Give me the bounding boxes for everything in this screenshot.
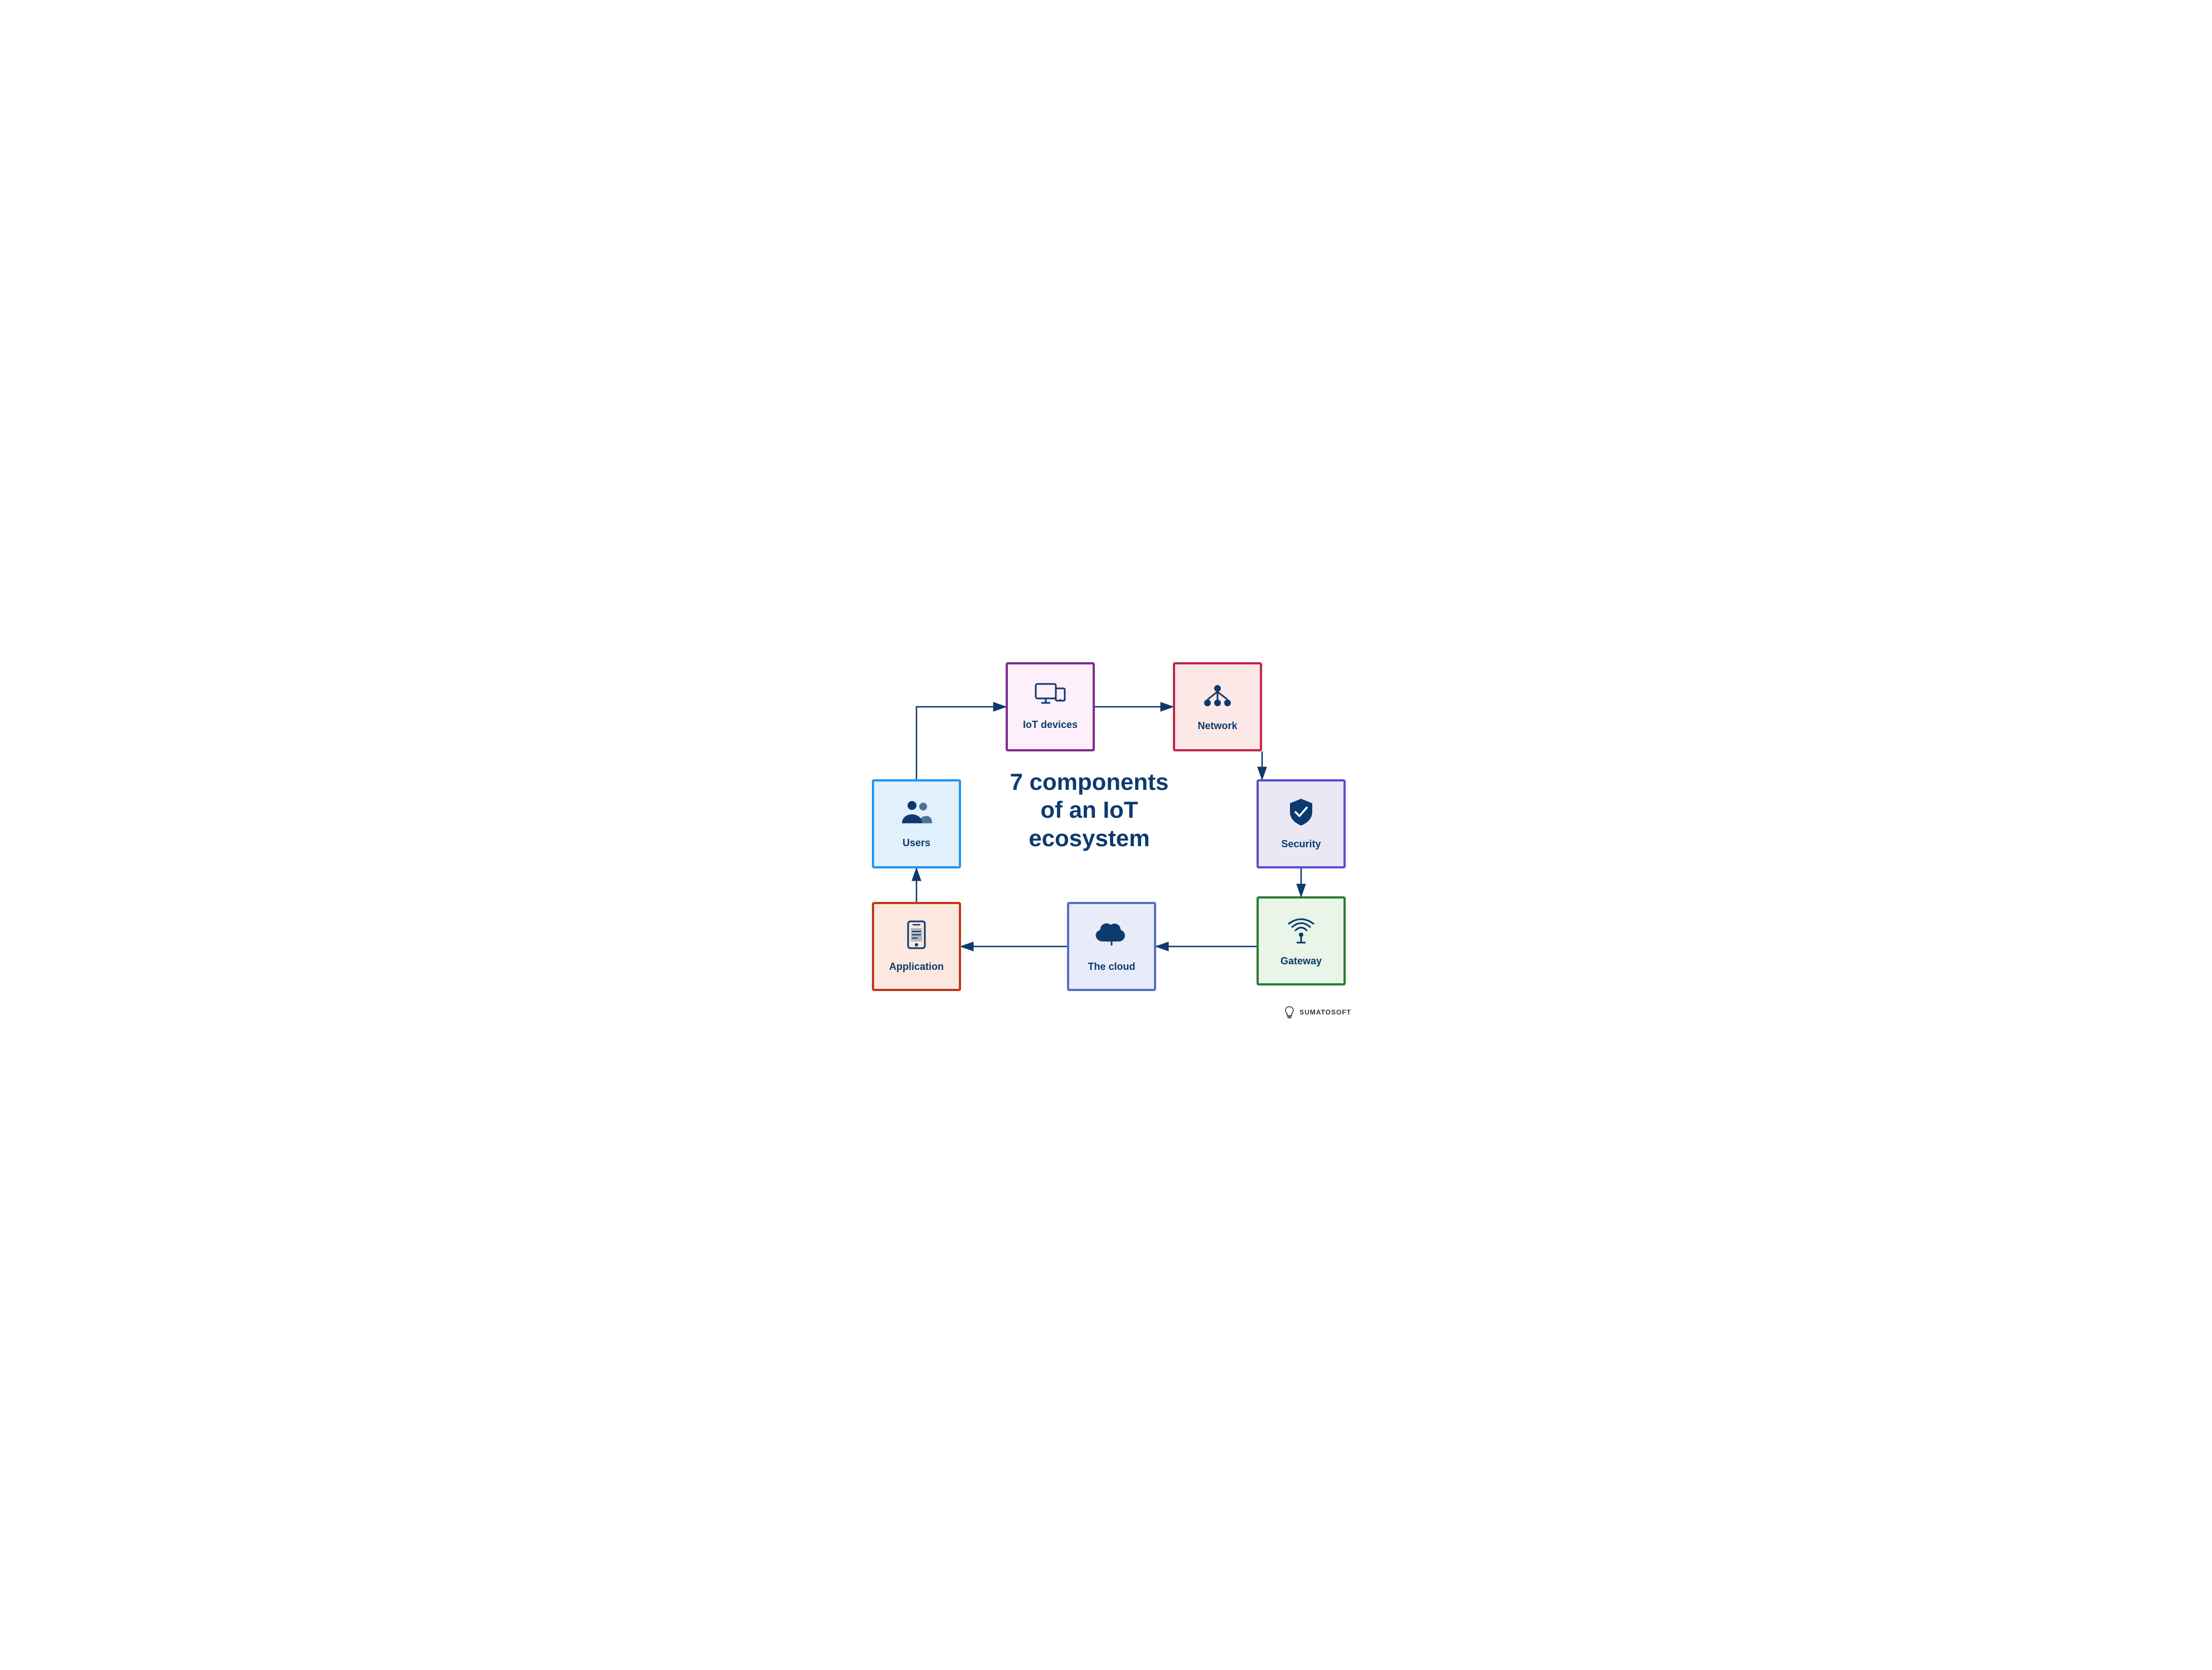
node-gateway: Gateway [1257,896,1346,986]
application-icon [906,920,926,955]
diagram-container: IoT devices Network [855,645,1357,1025]
security-label: Security [1281,838,1321,850]
node-application: Application [872,902,961,991]
gateway-label: Gateway [1280,955,1322,967]
network-icon [1203,682,1232,715]
iot-icon [1035,683,1066,713]
node-iot: IoT devices [1006,662,1095,751]
network-label: Network [1197,720,1237,732]
users-label: Users [903,837,930,849]
node-network: Network [1173,662,1262,751]
cloud-icon [1095,920,1128,955]
node-cloud: The cloud [1067,902,1156,991]
iot-label: IoT devices [1023,719,1078,731]
node-security: Security [1257,779,1346,868]
center-text: 7 componentsof an IoT ecosystem [978,768,1201,852]
main-title: 7 componentsof an IoT ecosystem [978,768,1201,852]
logo-area: SUMATOSOFT [1283,1006,1351,1019]
cloud-label: The cloud [1088,961,1136,973]
sumatosoft-logo-icon [1283,1006,1296,1019]
node-users: Users [872,779,961,868]
users-icon [900,799,933,832]
application-label: Application [889,961,944,973]
logo-text: SUMATOSOFT [1299,1008,1351,1016]
gateway-icon [1287,915,1316,950]
security-icon [1288,798,1314,833]
